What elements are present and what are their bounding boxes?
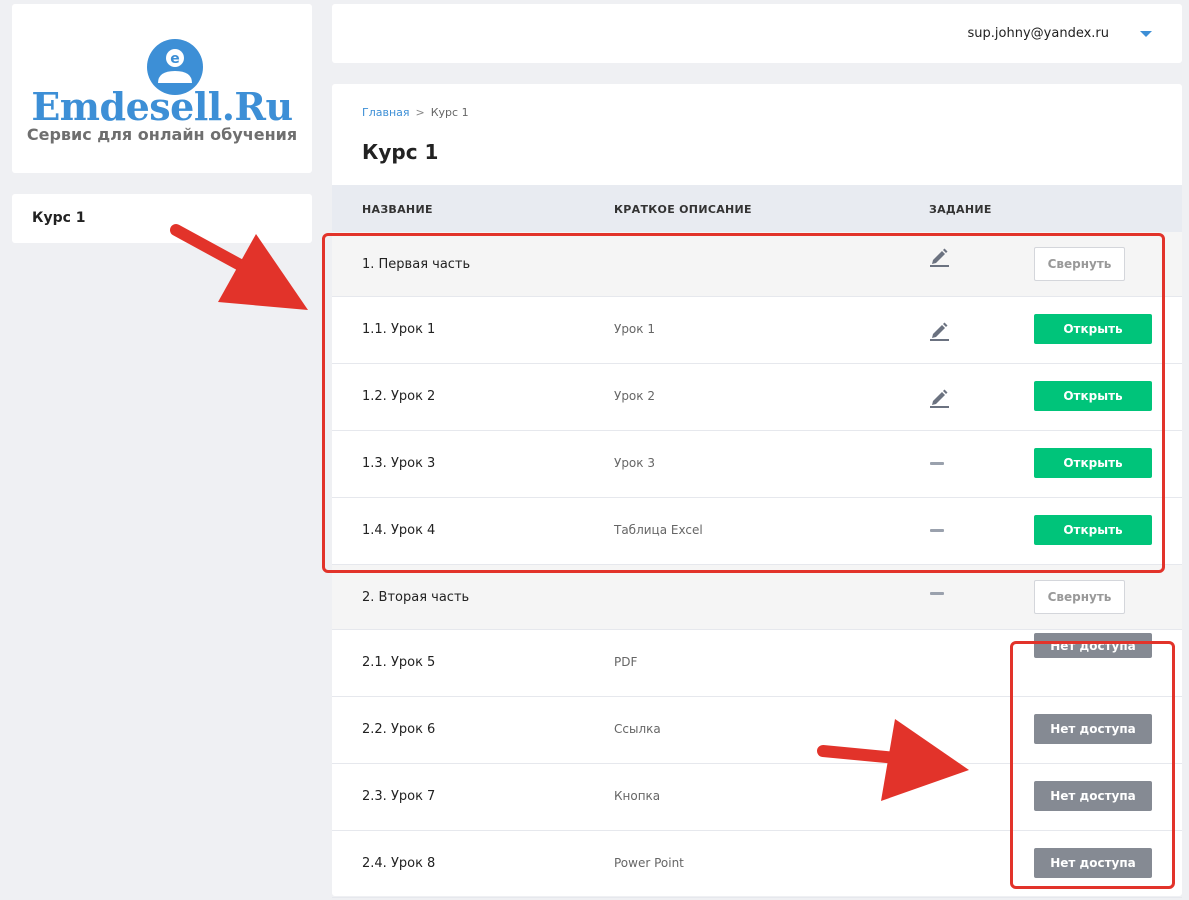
- breadcrumb-separator: >: [415, 106, 425, 119]
- table-row: 1.1. Урок 1 Урок 1 Открыть: [332, 297, 1182, 364]
- open-button[interactable]: Открыть: [1034, 381, 1152, 411]
- no-access-button[interactable]: Нет доступа: [1034, 781, 1152, 811]
- table-row: 2.3. Урок 7 Кнопка Нет доступа: [332, 764, 1182, 831]
- dash-icon: [928, 520, 950, 542]
- table-row: 2.2. Урок 6 Ссылка Нет доступа: [332, 697, 1182, 764]
- dash-icon: [928, 583, 950, 605]
- row-name: 2. Вторая часть: [362, 590, 470, 605]
- row-name: 2.3. Урок 7: [362, 789, 436, 804]
- column-header-description: КРАТКОЕ ОПИСАНИЕ: [614, 203, 752, 216]
- open-button[interactable]: Открыть: [1034, 515, 1152, 545]
- main-content: Главная > Курс 1 Курс 1 НАЗВАНИЕ КРАТКОЕ О…: [332, 84, 1182, 898]
- row-description: Урок 2: [614, 389, 655, 403]
- table-row: 2.4. Урок 8 Power Point Нет доступа: [332, 831, 1182, 898]
- lesson-table: 1. Первая часть Свернуть 1.1. Урок 1 Урок 1…: [332, 232, 1182, 898]
- row-name: 2.1. Урок 5: [362, 655, 436, 670]
- row-description: Power Point: [614, 856, 684, 870]
- no-access-button[interactable]: Нет доступа: [1034, 848, 1152, 878]
- no-access-button[interactable]: Нет доступа: [1034, 714, 1152, 744]
- page-title: Курс 1: [362, 140, 439, 164]
- pencil-icon[interactable]: [928, 319, 950, 341]
- collapse-button[interactable]: Свернуть: [1034, 580, 1125, 614]
- no-access-button[interactable]: Нет доступа: [1034, 633, 1152, 658]
- pencil-icon[interactable]: [928, 245, 950, 267]
- row-name: 1.1. Урок 1: [362, 322, 436, 337]
- row-description: Урок 1: [614, 322, 655, 336]
- row-name: 1.3. Урок 3: [362, 456, 436, 471]
- breadcrumb: Главная > Курс 1: [362, 106, 469, 119]
- dash-icon: [928, 453, 950, 475]
- logo-card: e Emdesell.Ru Сервис для онлайн обучения: [12, 4, 312, 173]
- sidebar: Курс 1: [12, 194, 312, 243]
- table-row: 2.1. Урок 5 PDF Нет доступа: [332, 630, 1182, 697]
- chevron-down-icon[interactable]: [1140, 31, 1152, 37]
- column-header-task: ЗАДАНИЕ: [929, 203, 992, 216]
- table-row: 1.2. Урок 2 Урок 2 Открыть: [332, 364, 1182, 431]
- row-description: Таблица Excel: [614, 523, 703, 537]
- row-description: Урок 3: [614, 456, 655, 470]
- row-name: 1. Первая часть: [362, 257, 471, 272]
- pencil-icon[interactable]: [928, 386, 950, 408]
- sidebar-item-course-1[interactable]: Курс 1: [32, 210, 86, 226]
- open-button[interactable]: Открыть: [1034, 314, 1152, 344]
- breadcrumb-home-link[interactable]: Главная: [362, 106, 410, 119]
- row-name: 2.4. Урок 8: [362, 856, 436, 871]
- table-row: 1.3. Урок 3 Урок 3 Открыть: [332, 431, 1182, 498]
- section-row: 1. Первая часть Свернуть: [332, 232, 1182, 297]
- logo-subtitle: Сервис для онлайн обучения: [26, 125, 298, 144]
- row-name: 2.2. Урок 6: [362, 722, 436, 737]
- row-name: 1.4. Урок 4: [362, 523, 436, 538]
- row-name: 1.2. Урок 2: [362, 389, 436, 404]
- logo-title: Emdesell.Ru: [31, 84, 293, 129]
- row-description: PDF: [614, 655, 638, 669]
- section-row: 2. Вторая часть Свернуть: [332, 565, 1182, 630]
- user-email[interactable]: sup.johny@yandex.ru: [968, 26, 1109, 41]
- collapse-button[interactable]: Свернуть: [1034, 247, 1125, 281]
- header: sup.johny@yandex.ru: [332, 4, 1182, 63]
- column-header-name: НАЗВАНИЕ: [362, 203, 433, 216]
- open-button[interactable]: Открыть: [1034, 448, 1152, 478]
- table-row: 1.4. Урок 4 Таблица Excel Открыть: [332, 498, 1182, 565]
- row-description: Ссылка: [614, 722, 661, 736]
- breadcrumb-current: Курс 1: [430, 106, 469, 119]
- table-header: НАЗВАНИЕ КРАТКОЕ ОПИСАНИЕ ЗАДАНИЕ: [332, 185, 1182, 232]
- svg-text:e: e: [170, 51, 180, 67]
- row-description: Кнопка: [614, 789, 661, 803]
